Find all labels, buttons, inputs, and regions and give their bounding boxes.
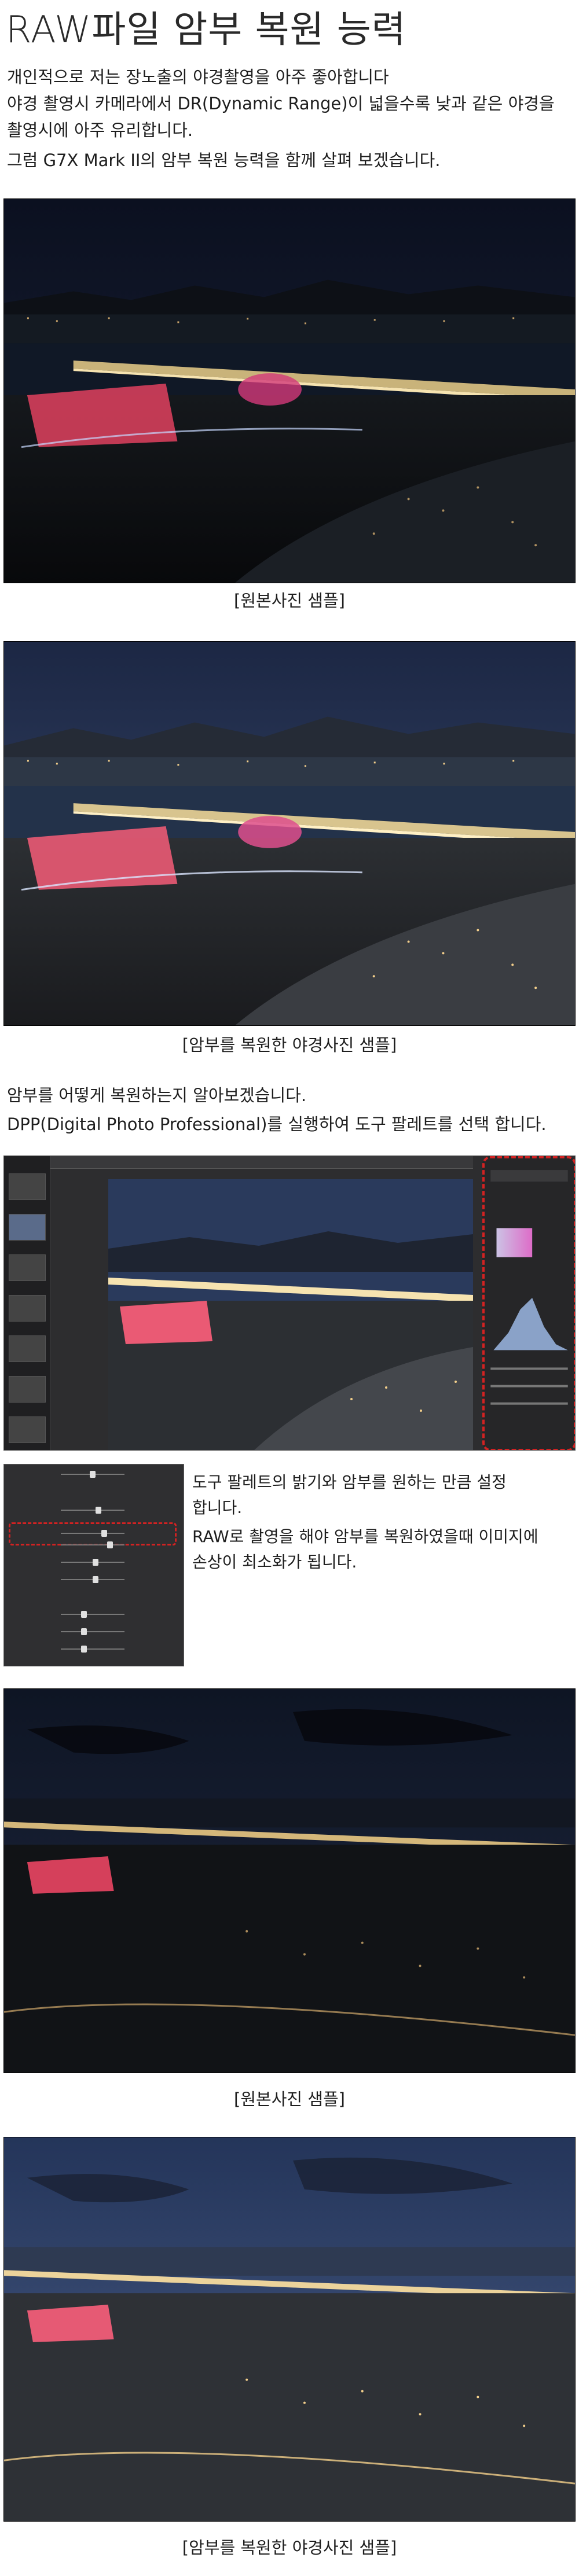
tool-palette-crop <box>3 1464 184 1666</box>
slider-knob[interactable] <box>81 1611 87 1618</box>
intro-line-3: 촬영시에 아주 유리합니다. <box>7 120 193 140</box>
dpp-toolbar <box>50 1156 473 1169</box>
caption-restored-1: [암부를 복원한 야경사진 샘플] <box>182 1035 397 1055</box>
palette-row <box>9 1574 179 1585</box>
slider-knob[interactable] <box>107 1541 113 1548</box>
thumbnail <box>9 1295 46 1322</box>
thumbnail <box>9 1254 46 1281</box>
caption-restored-2: [암부를 복원한 야경사진 샘플] <box>182 2538 397 2557</box>
caption-original-2: [원본사진 샘플] <box>234 2089 345 2109</box>
night-photo-original-1 <box>3 198 576 583</box>
palette-line-4: 손상이 최소화가 됩니다. <box>192 1552 357 1572</box>
slider-knob[interactable] <box>93 1559 98 1566</box>
thumbnail <box>9 1335 46 1362</box>
thumbnail <box>9 1416 46 1443</box>
thumbnail <box>9 1214 46 1241</box>
tool-palette-highlight <box>482 1156 575 1450</box>
palette-line-3: RAW로 촬영을 해야 암부를 복원하였을때 이미지에 <box>192 1527 538 1546</box>
intro-line-4: 그럼 G7X Mark II의 암부 복원 능력을 함께 살펴 보겠습니다. <box>7 150 441 170</box>
caption-original-1: [원본사진 샘플] <box>234 591 345 610</box>
palette-row <box>9 1557 179 1567</box>
palette-row <box>9 1644 179 1654</box>
thumbnail-strip <box>4 1156 50 1450</box>
slider-knob[interactable] <box>90 1471 96 1478</box>
slider-knob[interactable] <box>93 1576 98 1583</box>
night-photo-original-2 <box>3 1688 576 2073</box>
palette-row <box>9 1528 179 1539</box>
slider-knob[interactable] <box>81 1646 87 1653</box>
palette-line-2: 합니다. <box>192 1498 243 1517</box>
slider-knob[interactable] <box>101 1530 107 1537</box>
slider-knob[interactable] <box>96 1507 101 1514</box>
palette-row <box>9 1540 179 1550</box>
intro-line-1: 개인적으로 저는 장노출의 야경촬영을 아주 좋아합니다 <box>7 67 389 87</box>
thumbnail <box>9 1173 46 1200</box>
palette-row <box>9 1505 179 1515</box>
palette-row <box>9 1626 179 1637</box>
palette-line-1: 도구 팔레트의 밝기와 암부를 원하는 만큼 설정 <box>192 1473 507 1492</box>
slider-knob[interactable] <box>81 1628 87 1635</box>
intro-line-2: 야경 촬영시 카메라에서 DR(Dynamic Range)이 넓을수록 낮과 … <box>7 94 555 113</box>
dpp-screenshot <box>3 1155 576 1451</box>
night-photo-restored-2 <box>3 2137 576 2522</box>
thumbnail <box>9 1376 46 1403</box>
palette-row <box>9 1609 179 1620</box>
night-photo-restored-1 <box>3 641 576 1026</box>
palette-row <box>9 1469 179 1480</box>
dpp-preview <box>108 1179 473 1450</box>
page-title: RAW파일 암부 복원 능력 <box>6 9 406 51</box>
dpp-line-2: DPP(Digital Photo Professional)를 실행하여 도구… <box>7 1114 547 1134</box>
dpp-line-1: 암부를 어떻게 복원하는지 알아보겠습니다. <box>7 1085 307 1105</box>
